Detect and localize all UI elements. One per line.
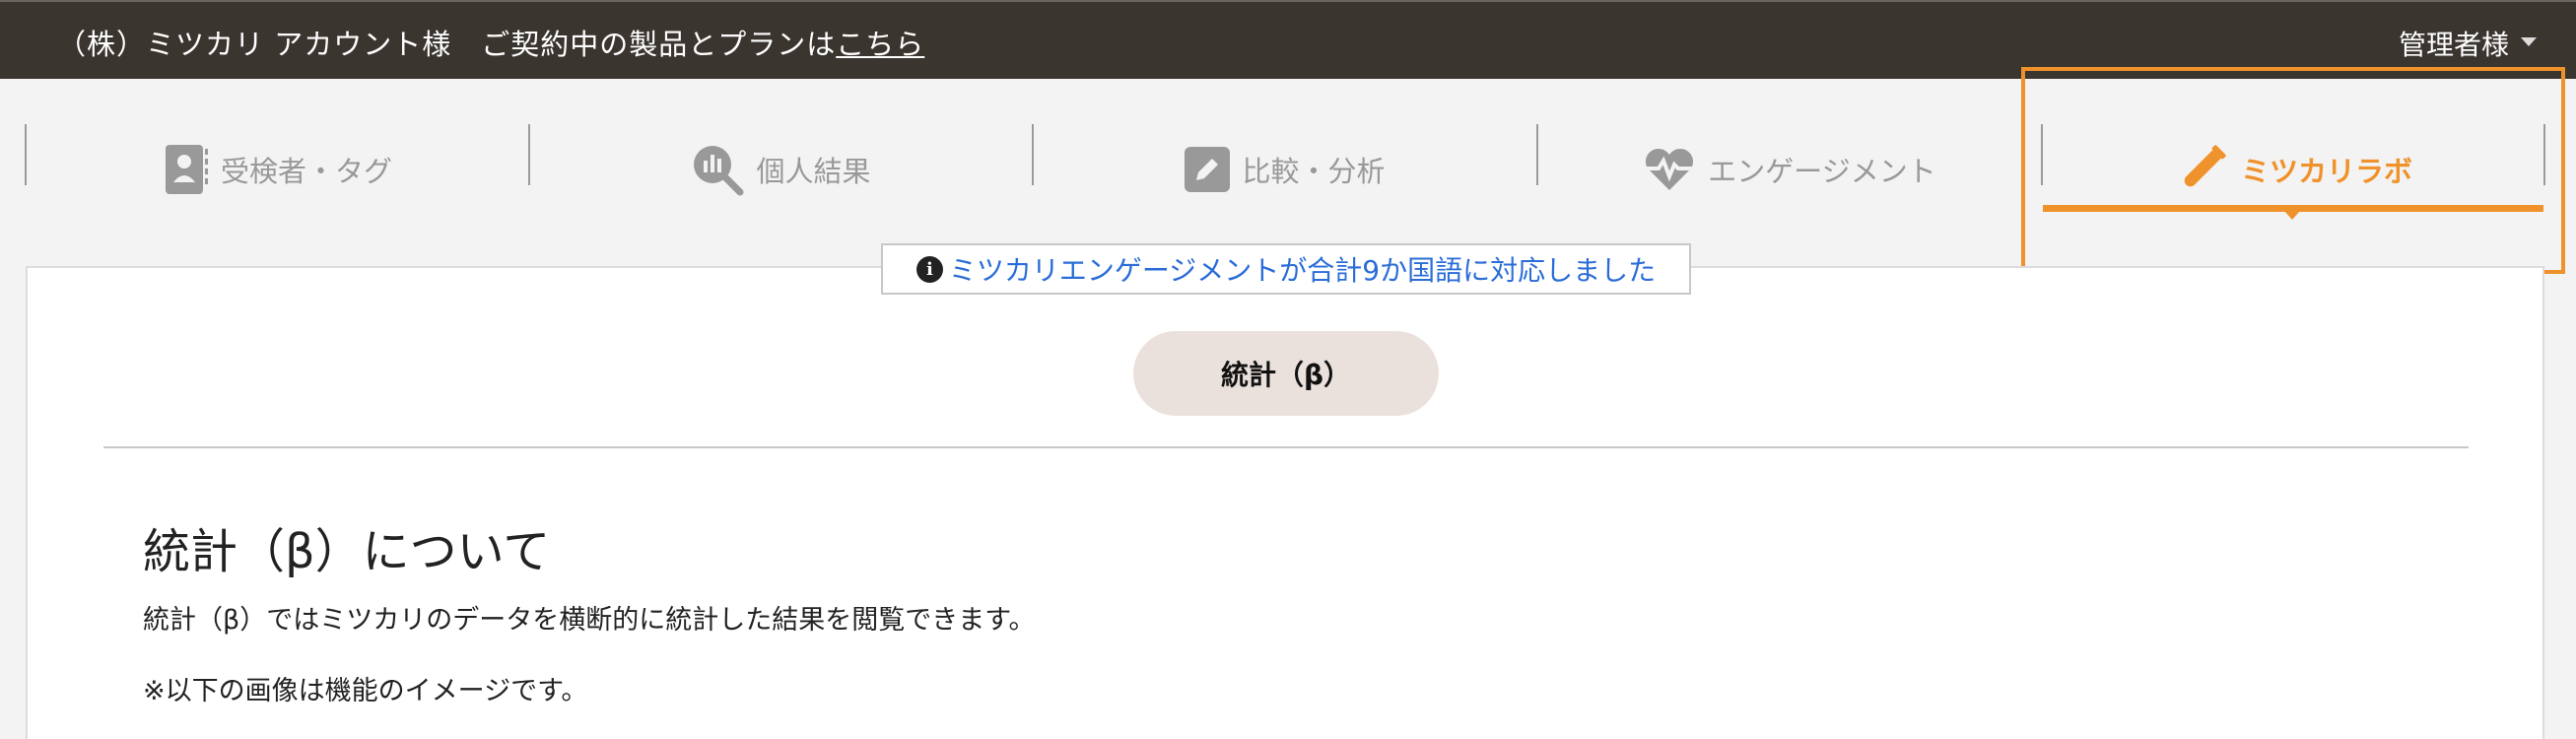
pencil-square-icon [1185,147,1231,192]
tab-engagement[interactable]: エンゲージメント [1538,136,2041,203]
tab-individual-results[interactable]: 個人結果 [530,136,1032,203]
tab-label: 比較・分析 [1242,155,1386,188]
section-title: 統計（β）について [143,524,551,579]
highlight-box [2021,67,2565,274]
announcement-text: ミツカリエンゲージメントが合計9か国語に対応しました [948,254,1657,287]
tab-examinees-tags[interactable]: 受検者・タグ [30,136,528,203]
account-info: （株）ミツカリ アカウント様 ご契約中の製品とプランはこちら [57,22,924,63]
divider [103,446,2469,448]
statistics-button[interactable]: 統計（β） [1133,331,1439,416]
heart-pulse-icon [1643,147,1696,192]
admin-menu[interactable]: 管理者様 [2399,24,2509,63]
tab-divider [25,124,27,185]
info-icon: i [915,255,943,283]
announcement-banner[interactable]: i ミツカリエンゲージメントが合計9か国語に対応しました [881,243,1691,295]
section-note: ※以下の画像は機能のイメージです。 [143,676,588,706]
tab-label: 個人結果 [756,155,871,188]
plan-link[interactable]: こちら [836,28,924,61]
section-description: 統計（β）ではミツカリのデータを横断的に統計した結果を閲覧できます。 [143,605,1036,636]
tab-label: 受検者・タグ [220,155,392,188]
account-name: （株）ミツカリ アカウント様 ご契約中の製品とプランは [57,28,837,61]
chart-search-icon [691,143,744,196]
tab-compare-analyze[interactable]: 比較・分析 [1034,136,1536,203]
tab-label: エンゲージメント [1708,155,1936,188]
user-badge-icon [165,143,209,196]
caret-down-icon[interactable] [2521,37,2537,46]
